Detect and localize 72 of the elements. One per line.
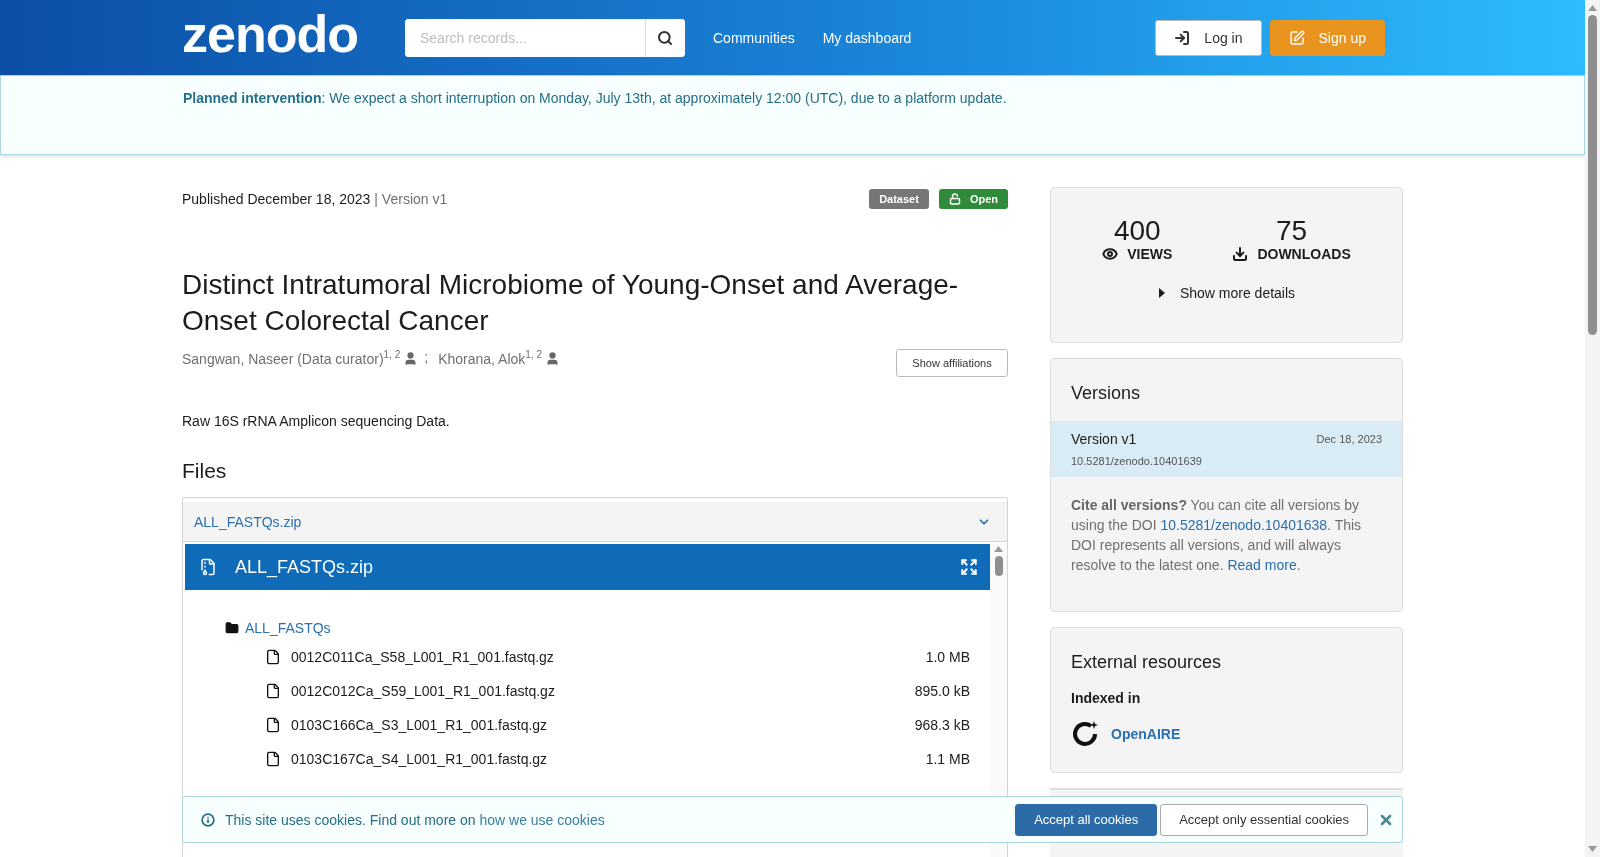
eye-icon: [1102, 246, 1119, 262]
fullscreen-icon[interactable]: [960, 558, 978, 576]
scrollbar-thumb[interactable]: [994, 556, 1003, 576]
file-size: 895.0 kB: [914, 683, 970, 699]
pencil-icon: [1288, 29, 1305, 46]
resource-link[interactable]: OpenAIRE: [1111, 726, 1181, 742]
log-in-button[interactable]: Log in: [1155, 19, 1262, 56]
show-affiliations-button[interactable]: Show affiliations: [896, 349, 1008, 377]
nav-link[interactable]: My dashboard: [822, 29, 912, 46]
file-size: 968.3 kB: [914, 717, 970, 733]
file-size: 1.0 MB: [925, 649, 970, 665]
read-more-link[interactable]: Read more: [1227, 557, 1297, 573]
accept-essential-cookies-button[interactable]: Accept only essential cookies: [1160, 803, 1368, 836]
announcement-text: Planned intervention: We expect a short interruption on Monday, July 13th, at approximately 12:00 (UTC), due to a platform update.: [183, 90, 1007, 106]
versions-heading: Versions: [1070, 382, 1142, 405]
stat-value: 75: [1275, 216, 1308, 246]
folder-icon: [225, 621, 239, 635]
preview-title: ALL_FASTQs.zip: [235, 556, 375, 578]
stat-label: DOWNLOADS: [1257, 246, 1351, 262]
person-icon: [545, 351, 560, 366]
resource-type-badge: Dataset: [869, 189, 929, 209]
archive-file-icon: [199, 558, 217, 576]
file-accordion-header[interactable]: ALL_FASTQs.zip: [183, 502, 1007, 542]
scrollbar-thumb[interactable]: [1588, 15, 1597, 335]
stat-value: 400: [1113, 216, 1161, 246]
file-name: 0103C166Ca_S3_L001_R1_001.fastq.gz: [291, 717, 549, 733]
cite-all-versions-text: Cite all versions? You can cite all versions by using the DOI 10.5281/zenodo.10401638. This DOI represents all versions, and will always resolve to the latest one. Read more.: [1070, 496, 1363, 575]
page-scrollbar[interactable]: [1585, 0, 1600, 857]
search-button[interactable]: [645, 18, 685, 57]
indexed-in-label: Indexed in: [1070, 690, 1142, 706]
scroll-down-arrow-icon[interactable]: [1588, 845, 1597, 853]
openaire-logo: [1071, 720, 1099, 748]
download-icon: [1232, 246, 1249, 262]
creator-name[interactable]: Sangwan, Naseer (Data curator)$^{1, 2}$: [182, 349, 401, 367]
stat-label: VIEWS: [1127, 246, 1173, 262]
search-field[interactable]: Search records...: [405, 18, 685, 57]
version-item[interactable]: Version v1 Dec 18, 2023 10.5281/zenodo.10401639: [1051, 421, 1402, 477]
search-icon: [657, 29, 674, 46]
caret-icon: [1157, 288, 1166, 298]
record-title: Distinct Intratumoral Microbiome of Young-Onset and Average-Onset Colorectal Cancer: [182, 268, 960, 338]
file-icon: [265, 717, 281, 733]
scroll-up-arrow-icon[interactable]: [1588, 4, 1597, 12]
creator-name[interactable]: Khorana, Alok$^{1, 2}$: [438, 349, 542, 367]
file-name: 0012C012Ca_S59_L001_R1_001.fastq.gz: [291, 683, 556, 699]
scroll-up-arrow-icon[interactable]: [994, 546, 1003, 552]
version-label: | Version v1: [374, 191, 448, 207]
log-in-icon: [1174, 29, 1191, 46]
accept-all-cookies-button[interactable]: Accept all cookies: [1015, 803, 1158, 836]
nav-link[interactable]: Communities: [713, 29, 795, 46]
files-heading: Files: [182, 459, 228, 483]
version-doi: 10.5281/zenodo.10401639: [1071, 455, 1203, 467]
person-icon: [403, 351, 419, 366]
archive-link[interactable]: ALL_FASTQs.zip: [194, 513, 302, 530]
folder-link[interactable]: ALL_FASTQs: [245, 620, 331, 636]
zenodo-logo[interactable]: zenodo: [182, 1, 362, 66]
access-badge: Open: [938, 189, 1008, 209]
external-resources-heading: External resources: [1070, 651, 1223, 674]
version-date: Dec 18, 2023: [1316, 433, 1382, 445]
cookie-policy-link[interactable]: how we use cookies: [479, 811, 605, 828]
file-name: 0103C167Ca_S4_L001_R1_001.fastq.gz: [291, 751, 549, 767]
file-icon: [265, 649, 281, 665]
version-title: Version v1: [1071, 431, 1137, 447]
creator-separator: ;: [424, 349, 429, 365]
file-size: 1.1 MB: [925, 751, 970, 767]
file-icon: [265, 751, 281, 767]
info-icon: [201, 812, 215, 827]
file-icon: [265, 683, 281, 699]
cookie-notice-text: This site uses cookies. Find out more on how we use cookies: [225, 811, 606, 828]
file-name: 0012C011Ca_S58_L001_R1_001.fastq.gz: [291, 649, 555, 665]
show-more-details-button[interactable]: Show more details: [1151, 284, 1302, 302]
record-description: Raw 16S rRNA Amplicon sequencing Data.: [182, 413, 451, 429]
publication-date: Published December 18, 2023: [182, 191, 371, 207]
